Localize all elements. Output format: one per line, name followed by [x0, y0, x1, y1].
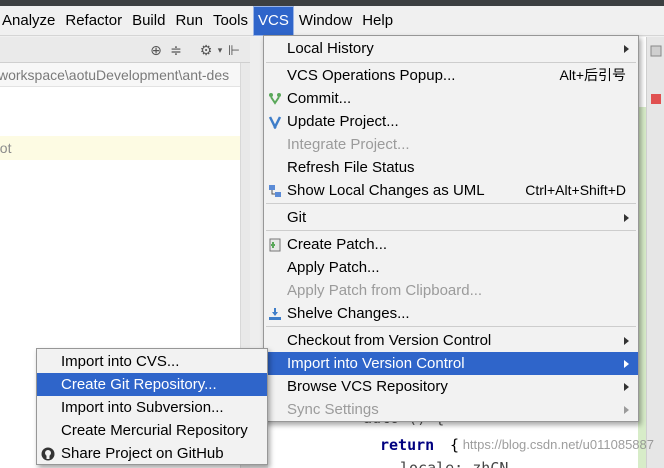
vcs-apply-patch-clipboard-label: Apply Patch from Clipboard...: [287, 282, 483, 299]
vcs-local-history-label: Local History: [287, 40, 374, 57]
vcs-import-into-version-control[interactable]: Import into Version Control: [264, 352, 638, 375]
share-project-github[interactable]: Share Project on GitHub: [37, 442, 267, 465]
separator: [266, 230, 636, 231]
watermark: https://blog.csdn.net/u011085887: [462, 437, 654, 452]
create-git-repository[interactable]: Create Git Repository...: [37, 373, 267, 396]
patch-icon: [269, 238, 281, 252]
vcs-integrate-project[interactable]: Integrate Project...: [264, 133, 638, 156]
vcs-integrate-project-label: Integrate Project...: [287, 136, 410, 153]
submenu-arrow-icon: [624, 45, 629, 53]
share-project-github-label: Share Project on GitHub: [61, 445, 224, 462]
project-root-row[interactable]: oot: [0, 136, 250, 160]
vcs-browse-repository[interactable]: Browse VCS Repository: [264, 375, 638, 398]
vcs-commit-label: Commit...: [287, 90, 352, 107]
vcs-apply-patch-clipboard[interactable]: Apply Patch from Clipboard...: [264, 279, 638, 302]
import-submenu: Import into CVS... Create Git Repository…: [36, 348, 268, 465]
update-icon: [268, 116, 282, 129]
menu-analyze[interactable]: Analyze: [0, 6, 60, 36]
menu-help[interactable]: Help: [357, 6, 398, 36]
menubar: Analyze Refactor Build Run Tools VCS Win…: [0, 5, 664, 36]
import-into-cvs[interactable]: Import into CVS...: [37, 350, 267, 373]
vcs-shelve-changes-label: Shelve Changes...: [287, 305, 410, 322]
menu-tools[interactable]: Tools: [208, 6, 253, 36]
vcs-checkout-label: Checkout from Version Control: [287, 332, 492, 349]
vcs-create-patch[interactable]: Create Patch...: [264, 233, 638, 256]
error-marker-icon[interactable]: [650, 93, 662, 105]
github-icon: [41, 447, 55, 461]
vcs-git-label: Git: [287, 209, 307, 226]
vcs-operations-popup-label: VCS Operations Popup...: [287, 67, 456, 84]
create-git-repository-label: Create Git Repository...: [61, 376, 217, 393]
create-mercurial-repository[interactable]: Create Mercurial Repository: [37, 419, 267, 442]
vcs-shelve-changes[interactable]: Shelve Changes...: [264, 302, 638, 325]
vcs-operations-popup[interactable]: VCS Operations Popup... Alt+后引号: [264, 64, 638, 87]
vcs-show-local-changes-uml-shortcut: Ctrl+Alt+Shift+D: [525, 182, 626, 198]
maven-icon[interactable]: [650, 45, 662, 57]
create-mercurial-repository-label: Create Mercurial Repository: [61, 422, 248, 439]
vcs-refresh-file-status[interactable]: Refresh File Status: [264, 156, 638, 179]
code-return-keyword: return: [380, 436, 435, 454]
separator: [266, 326, 636, 327]
vcs-commit[interactable]: Commit...: [264, 87, 638, 110]
submenu-arrow-icon: [624, 406, 629, 414]
vcs-show-local-changes-uml-label: Show Local Changes as UML: [287, 182, 485, 199]
submenu-arrow-icon: [624, 337, 629, 345]
submenu-arrow-icon: [624, 214, 629, 222]
project-panel-toolbar: ⊕ ≑ ⚙ ▾ ⊩: [0, 37, 250, 63]
project-root-label: oot: [0, 140, 12, 156]
code-locale-fragment: locale: zhCN: [400, 459, 509, 468]
import-into-cvs-label: Import into CVS...: [61, 353, 180, 370]
code-brace: {: [450, 436, 460, 454]
collapse-icon[interactable]: ≑: [168, 40, 184, 60]
submenu-arrow-icon: [624, 360, 629, 368]
vcs-operations-popup-shortcut: Alt+后引号: [559, 67, 626, 83]
vcs-sync-settings[interactable]: Sync Settings: [264, 398, 638, 421]
vcs-create-patch-label: Create Patch...: [287, 236, 388, 253]
vcs-checkout[interactable]: Checkout from Version Control: [264, 329, 638, 352]
uml-icon: [269, 185, 281, 197]
vcs-git[interactable]: Git: [264, 206, 638, 229]
menu-build[interactable]: Build: [127, 6, 170, 36]
menu-run[interactable]: Run: [170, 6, 208, 36]
shelve-icon: [269, 308, 281, 320]
vcs-refresh-file-status-label: Refresh File Status: [287, 159, 415, 176]
vcs-local-history[interactable]: Local History: [264, 37, 638, 60]
separator: [266, 62, 636, 63]
vcs-apply-patch-label: Apply Patch...: [287, 259, 380, 276]
menu-window[interactable]: Window: [294, 6, 357, 36]
commit-icon: [269, 93, 281, 105]
vcs-import-label: Import into Version Control: [287, 355, 465, 372]
vcs-menu: Local History VCS Operations Popup... Al…: [263, 35, 639, 422]
vcs-sync-settings-label: Sync Settings: [287, 401, 379, 418]
vcs-update-project-label: Update Project...: [287, 113, 399, 130]
vcs-apply-patch[interactable]: Apply Patch...: [264, 256, 638, 279]
import-into-subversion-label: Import into Subversion...: [61, 399, 224, 416]
editor-right-toolstrip: [646, 37, 664, 468]
menu-refactor[interactable]: Refactor: [60, 6, 127, 36]
import-into-subversion[interactable]: Import into Subversion...: [37, 396, 267, 419]
vcs-update-project[interactable]: Update Project...: [264, 110, 638, 133]
submenu-arrow-icon: [624, 383, 629, 391]
locate-icon[interactable]: ⊕: [148, 40, 164, 60]
separator: [266, 203, 636, 204]
project-path-text: workspace\aotuDevelopment\ant-des: [0, 67, 230, 83]
vcs-show-local-changes-uml[interactable]: Show Local Changes as UML Ctrl+Alt+Shift…: [264, 179, 638, 202]
vcs-browse-repository-label: Browse VCS Repository: [287, 378, 448, 395]
menu-vcs[interactable]: VCS: [253, 5, 294, 36]
project-path: workspace\aotuDevelopment\ant-des: [0, 63, 250, 87]
hide-panel-icon[interactable]: ⊩: [226, 40, 242, 60]
